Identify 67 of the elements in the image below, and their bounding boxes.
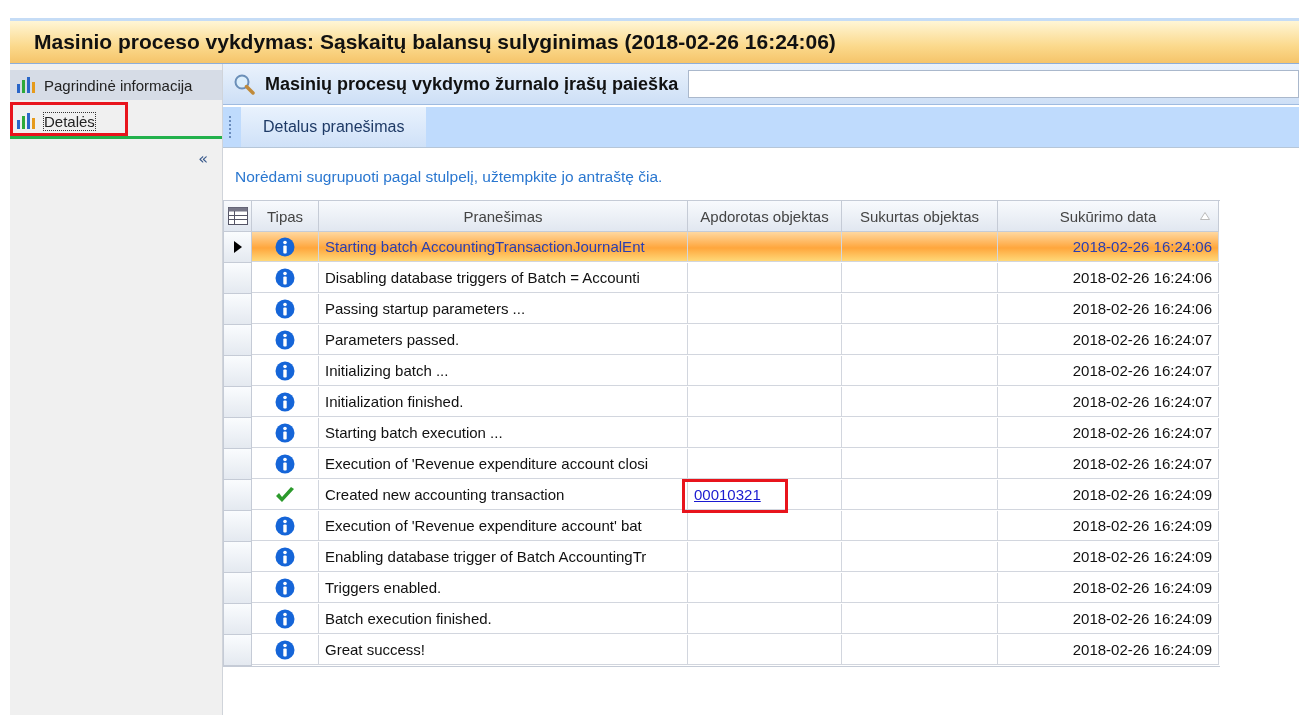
sort-icon	[1200, 212, 1210, 220]
table-cell: Triggers enabled.	[319, 573, 688, 603]
column-header[interactable]: Sukūrimo data	[998, 201, 1219, 232]
column-chooser-button[interactable]	[224, 201, 252, 232]
info-icon	[275, 639, 295, 660]
info-icon	[275, 360, 295, 381]
table-cell: 2018-02-26 16:24:07	[998, 387, 1219, 417]
table-cell: 2018-02-26 16:24:09	[998, 511, 1219, 541]
table-cell: Passing startup parameters ...	[319, 294, 688, 324]
table-cell: 2018-02-26 16:24:06	[998, 263, 1219, 293]
info-icon	[275, 267, 295, 288]
table-cell: Execution of 'Revenue expenditure account closi	[319, 449, 688, 479]
sidebar-item-label: Detalės	[44, 112, 95, 130]
current-row-icon	[233, 241, 242, 253]
sidebar-item-label: Pagrindinė informacija	[44, 76, 193, 94]
table-cell: Starting batch AccountingTransactionJournalEnt	[319, 232, 688, 262]
info-icon	[275, 422, 295, 443]
info-icon	[275, 608, 295, 629]
row-indicator[interactable]	[224, 232, 252, 263]
table-cell: 2018-02-26 16:24:09	[998, 480, 1219, 510]
table-cell: Batch execution finished.	[319, 604, 688, 634]
table-cell: Initializing batch ...	[319, 356, 688, 386]
group-hint: Norėdami sugrupuoti pagal stulpelį, užtempkite jo antraštę čia.	[235, 168, 664, 186]
info-icon	[275, 329, 295, 350]
table-cell: Enabling database trigger of Batch AccountingTr	[319, 542, 688, 572]
info-icon	[275, 453, 295, 474]
table-cell: 2018-02-26 16:24:06	[998, 232, 1219, 262]
table-cell: Starting batch execution ...	[319, 418, 688, 448]
table-cell: Great success!	[319, 635, 688, 665]
info-icon	[275, 577, 295, 598]
sidebar-item[interactable]: Detalės	[10, 106, 222, 139]
info-icon	[275, 236, 295, 257]
search-icon	[233, 73, 255, 95]
table-cell: Disabling database triggers of Batch = Accounti	[319, 263, 688, 293]
sidebar-item[interactable]: Pagrindinė informacija	[10, 70, 222, 100]
table-cell: 2018-02-26 16:24:09	[998, 604, 1219, 634]
table-cell: 2018-02-26 16:24:09	[998, 635, 1219, 665]
toolbar-grip-icon	[229, 116, 233, 138]
table-icon	[227, 207, 248, 225]
collapse-button[interactable]: «	[198, 149, 208, 168]
table-cell: Created new accounting transaction	[319, 480, 688, 510]
table-cell: 2018-02-26 16:24:07	[998, 449, 1219, 479]
column-header[interactable]: Pranešimas	[319, 201, 688, 232]
column-header[interactable]: Tipas	[252, 201, 319, 232]
column-header[interactable]: Sukurtas objektas	[842, 201, 998, 232]
search-title: Masinių procesų vykdymo žurnalo įrašų paieška	[265, 73, 679, 95]
table-cell: 2018-02-26 16:24:07	[998, 356, 1219, 386]
table-cell: 2018-02-26 16:24:06	[998, 294, 1219, 324]
object-link[interactable]: 00010321	[694, 486, 761, 503]
bar-chart-icon	[16, 76, 36, 94]
table-cell: 2018-02-26 16:24:09	[998, 542, 1219, 572]
checkmark-icon	[275, 485, 295, 504]
search-field[interactable]	[688, 70, 1299, 98]
info-icon	[275, 515, 295, 536]
window-title: Masinio proceso vykdymas: Sąskaitų balansų sulyginimas (2018-02-26 16:24:06)	[34, 30, 836, 54]
table-cell: 2018-02-26 16:24:07	[998, 325, 1219, 355]
bar-chart-icon	[16, 112, 36, 130]
table-cell: Parameters passed.	[319, 325, 688, 355]
info-icon	[275, 546, 295, 567]
table-cell: Initialization finished.	[319, 387, 688, 417]
toolbar-button[interactable]: Detalus pranešimas	[241, 107, 427, 147]
table-cell: Execution of 'Revenue expenditure account' bat	[319, 511, 688, 541]
info-icon	[275, 391, 295, 412]
table-cell: 2018-02-26 16:24:09	[998, 573, 1219, 603]
info-icon	[275, 298, 295, 319]
column-header[interactable]: Apdorotas objektas	[688, 201, 842, 232]
table-cell: 2018-02-26 16:24:07	[998, 418, 1219, 448]
